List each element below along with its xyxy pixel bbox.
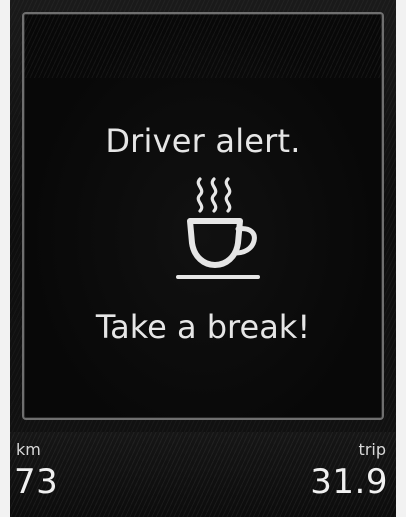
trip-label: trip bbox=[358, 440, 386, 459]
alert-message: Take a break! bbox=[95, 308, 311, 346]
alert-title: Driver alert. bbox=[105, 122, 301, 160]
display-screen: Driver alert. Take a break! km 73 trip 3… bbox=[10, 0, 396, 517]
distance-unit-label: km bbox=[16, 440, 41, 459]
distance-value: 73 bbox=[14, 462, 59, 502]
driver-alert-panel: Driver alert. Take a break! bbox=[22, 12, 384, 420]
status-bar: km 73 trip 31.9 bbox=[10, 432, 396, 517]
cluster-display: Driver alert. Take a break! km 73 trip 3… bbox=[10, 0, 396, 517]
coffee-cup-icon bbox=[176, 177, 260, 279]
trip-value: 31.9 bbox=[310, 462, 388, 502]
